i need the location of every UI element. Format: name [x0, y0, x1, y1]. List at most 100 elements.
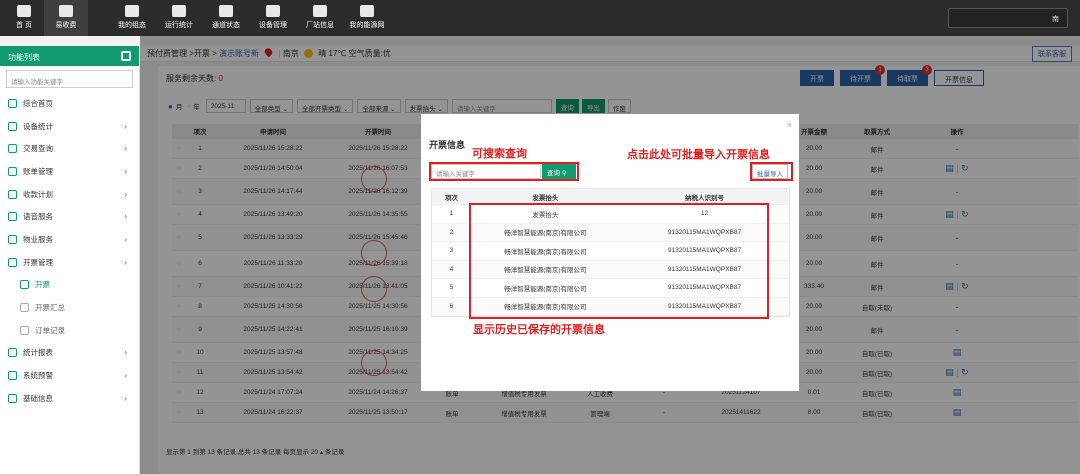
topnav-home[interactable]: 首 页 — [2, 0, 46, 36]
sidebar: 功能列表 请输入功能关键字 综合首页 设备统计 › 交易查询 › 账单管理 › 收款计划 › 语音… — [0, 46, 140, 474]
grid-icon[interactable] — [121, 51, 131, 61]
sidebar-item-label: 物业服务 — [23, 234, 53, 244]
import-annotation: 点击此处可批量导入开票信息 — [627, 148, 770, 161]
sidebar-item[interactable]: 统计报表 › — [0, 342, 139, 365]
menu-icon — [8, 393, 17, 403]
chevron-right-icon: › — [124, 212, 127, 222]
modal-table-cell: 6 — [449, 302, 454, 310]
chevron-right-icon: › — [124, 189, 127, 199]
modal-table-cell: 3 — [449, 247, 454, 255]
sidebar-item[interactable]: 收款计划 › — [0, 183, 139, 206]
chevron-right-icon: › — [124, 257, 127, 267]
topnav-label: 首 页 — [16, 22, 32, 29]
sidebar-item-label: 交易查询 — [23, 144, 53, 154]
function-search-input[interactable]: 请输入功能关键字 — [6, 70, 133, 88]
user-card-icon — [59, 5, 73, 17]
history-annotation: 显示历史已保存的开票信息 — [473, 323, 605, 336]
topnav-org[interactable]: 设备管理 — [251, 0, 295, 36]
chart-icon — [172, 5, 186, 17]
sidebar-menu: 综合首页 设备统计 › 交易查询 › 账单管理 › 收款计划 › 语音服务 › 物业服务 › 开票管理 › 开… — [0, 92, 139, 410]
close-icon[interactable]: × — [787, 120, 792, 130]
sidebar-item[interactable]: 综合首页 — [0, 92, 139, 115]
chevron-right-icon: › — [124, 121, 127, 131]
invoice-info-modal: 开票信息 × 请输入关键字 查询 ⚲ 批量导入 项次 发票抬头 纳税人识别号 1 发票抬… — [421, 114, 799, 391]
building-icon — [313, 5, 327, 17]
topnav-sliders[interactable]: 通道状态 — [204, 0, 248, 36]
org-icon — [266, 5, 280, 17]
menu-icon — [20, 303, 29, 313]
modal-table-cell: 5 — [449, 284, 454, 292]
menu-icon — [8, 189, 17, 199]
modal-table-cell: 2 — [449, 228, 454, 236]
topnav-user-card[interactable]: 易收费 — [44, 0, 88, 36]
sidebar-item[interactable]: 开票 — [0, 274, 139, 297]
search-highlight-box — [429, 162, 579, 181]
sidebar-item-label: 开票汇总 — [35, 303, 65, 313]
modal-column-header: 项次 — [444, 194, 458, 202]
topnav-label: 我的能源网 — [349, 22, 385, 29]
sliders-icon — [219, 5, 233, 17]
sidebar-header: 功能列表 — [0, 46, 139, 66]
sidebar-item-label: 语音服务 — [23, 212, 53, 222]
sidebar-item[interactable]: 系统预警 › — [0, 364, 139, 387]
sidebar-item[interactable]: 设备统计 › — [0, 115, 139, 138]
chevron-right-icon: › — [124, 144, 127, 154]
topnav-building[interactable]: 厂站信息 — [298, 0, 342, 36]
modal-table-cell: 1 — [449, 210, 454, 218]
sidebar-item[interactable]: 基础信息 › — [0, 387, 139, 410]
menu-icon — [8, 348, 17, 358]
sidebar-item[interactable]: 账单管理 › — [0, 160, 139, 183]
sidebar-item-label: 综合首页 — [23, 98, 53, 108]
sidebar-title: 功能列表 — [8, 53, 40, 62]
top-right-user[interactable]: 南 — [948, 8, 1068, 28]
menu-icon — [20, 280, 29, 290]
topnav-cube[interactable]: 我的组态 — [110, 0, 154, 36]
sidebar-item-label: 系统预警 — [23, 371, 53, 381]
chevron-right-icon: › — [124, 371, 127, 381]
menu-icon — [8, 98, 17, 108]
topnav-label: 运行统计 — [165, 22, 193, 29]
search-annotation: 可搜索查询 — [472, 147, 527, 160]
menu-icon — [8, 371, 17, 381]
person-icon — [360, 5, 374, 17]
chevron-right-icon: › — [124, 348, 127, 358]
menu-icon — [8, 234, 17, 244]
modal-column-header: 发票抬头 — [532, 194, 559, 202]
topnav-person[interactable]: 我的能源网 — [345, 0, 389, 36]
topnav-label: 易收费 — [55, 22, 77, 29]
chevron-right-icon: › — [124, 166, 127, 176]
topnav-label: 厂站信息 — [306, 22, 334, 29]
sidebar-item[interactable]: 交易查询 › — [0, 137, 139, 160]
sidebar-item-label: 设备统计 — [23, 121, 53, 131]
menu-icon — [8, 212, 17, 222]
topnav-label: 设备管理 — [259, 22, 287, 29]
history-highlight-box — [469, 203, 769, 319]
menu-icon — [8, 257, 17, 267]
top-nav-bar: 首 页 易收费 我的组态 运行统计 通道状态 设备管理 厂站信息 我的能源网 — [0, 0, 1080, 36]
sidebar-item[interactable]: 开票汇总 — [0, 296, 139, 319]
sidebar-item-label: 开票管理 — [23, 257, 53, 267]
topnav-label: 我的组态 — [118, 22, 146, 29]
sidebar-item[interactable]: 订单记录 — [0, 319, 139, 342]
menu-icon — [8, 121, 17, 131]
menu-icon — [8, 166, 17, 176]
modal-column-header: 纳税人识别号 — [684, 194, 724, 202]
import-highlight-box — [750, 162, 793, 181]
menu-icon — [20, 325, 29, 335]
sidebar-item-label: 基础信息 — [23, 393, 53, 403]
chevron-right-icon: › — [124, 234, 127, 244]
sidebar-item[interactable]: 语音服务 › — [0, 205, 139, 228]
topnav-chart[interactable]: 运行统计 — [157, 0, 201, 36]
topnav-label: 通道状态 — [212, 22, 240, 29]
sidebar-item[interactable]: 物业服务 › — [0, 228, 139, 251]
chevron-right-icon: › — [124, 393, 127, 403]
sidebar-item-label: 账单管理 — [23, 166, 53, 176]
modal-title: 开票信息 — [429, 140, 466, 150]
sidebar-item-label: 订单记录 — [35, 325, 65, 335]
modal-table-cell: 4 — [449, 265, 454, 273]
sidebar-item-label: 统计报表 — [23, 348, 53, 358]
sidebar-item[interactable]: 开票管理 › — [0, 251, 139, 274]
menu-icon — [8, 144, 17, 154]
sidebar-item-label: 收款计划 — [23, 189, 53, 199]
cube-icon — [125, 5, 139, 17]
